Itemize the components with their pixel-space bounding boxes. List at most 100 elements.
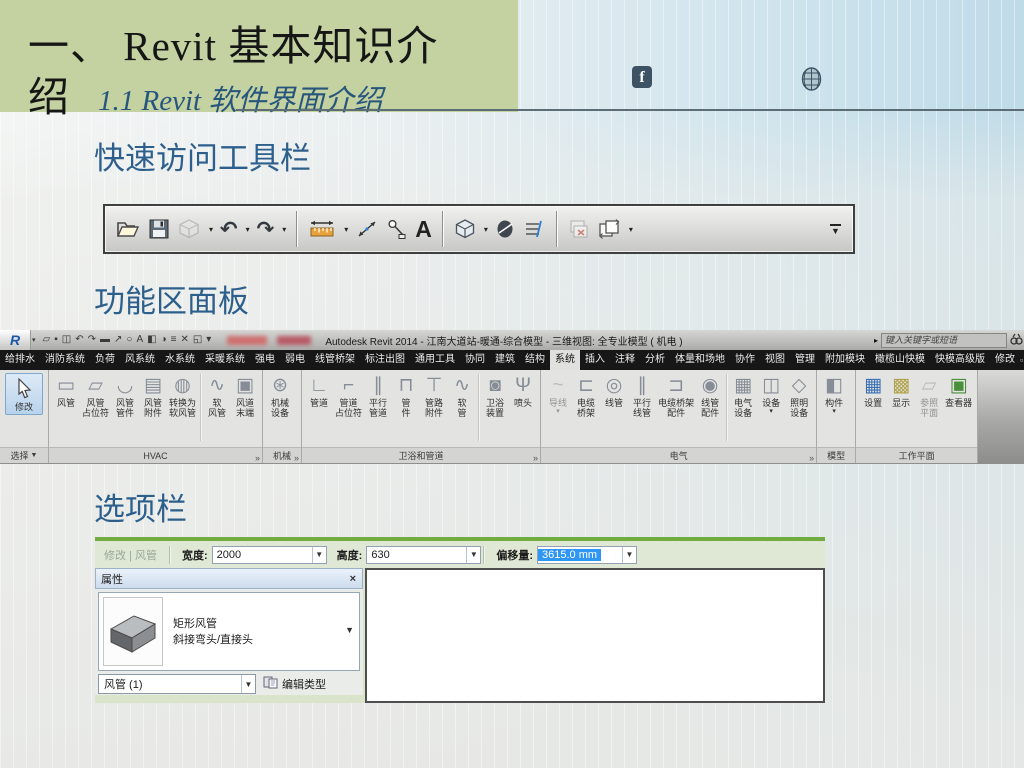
tab-协作[interactable]: 协作 (730, 350, 760, 370)
ribbon-button-平行管道[interactable]: ∥平行管道 (364, 371, 392, 418)
ribbon-button-风道末端[interactable]: ▣风道末端 (231, 371, 259, 418)
ribbon-button-管道占位符[interactable]: ⌐管道占位符 (333, 371, 364, 418)
tab-通用工具[interactable]: 通用工具 (410, 350, 460, 370)
tab-消防系统[interactable]: 消防系统 (40, 350, 90, 370)
ribbon-button-修改[interactable]: 修改 (5, 373, 43, 415)
save-mini-icon[interactable]: ▪ (54, 330, 58, 350)
tab-线管桥架[interactable]: 线管桥架 (310, 350, 360, 370)
combo-caret-icon[interactable]: ▼ (466, 547, 480, 563)
ribbon-button-电缆桥架[interactable]: ⊏电缆桥架 (572, 371, 600, 418)
open-mini-icon[interactable]: ▱ (43, 330, 51, 350)
ribbon-button-平行线管[interactable]: ∥平行线管 (628, 371, 656, 418)
tab-弱电[interactable]: 弱电 (280, 350, 310, 370)
search-binoculars-icon[interactable] (1010, 331, 1023, 349)
measure-icon[interactable] (308, 214, 336, 244)
ribbon-button-查看器[interactable]: ▣查看器 (943, 371, 974, 408)
tab-管理[interactable]: 管理 (790, 350, 820, 370)
thin-lines-icon[interactable] (522, 214, 546, 244)
ribbon-button-电缆桥架配件[interactable]: ⊐电缆桥架配件 (656, 371, 696, 418)
text-mini-icon[interactable]: A (136, 330, 143, 350)
tab-bar-overflow-icon[interactable]: ▫ · (1020, 350, 1024, 370)
panel-footer-模型[interactable]: 模型 (817, 447, 855, 463)
tab-插入[interactable]: 插入 (580, 350, 610, 370)
dropdown-caret-icon[interactable]: ▾ (209, 225, 213, 234)
search-expand-icon[interactable]: ▸ (874, 336, 878, 345)
tab-快模高级版[interactable]: 快模高级版 (930, 350, 990, 370)
ribbon-button-风管占位符[interactable]: ▱风管占位符 (80, 371, 111, 418)
combo-caret-icon[interactable]: ▼ (241, 675, 255, 693)
dropdown-caret-icon[interactable]: ▾ (629, 225, 633, 234)
tab-给排水[interactable]: 给排水 (0, 350, 40, 370)
ribbon-button-软风管[interactable]: ∿软风管 (203, 371, 231, 418)
panel-footer-卫浴和管道[interactable]: 卫浴和管道» (302, 447, 540, 463)
ribbon-button-风管附件[interactable]: ▤风管附件 (139, 371, 167, 418)
default-3d-view-mini-icon[interactable]: ◧ (147, 330, 156, 350)
dropdown-caret-icon[interactable]: ▾ (344, 225, 348, 234)
revit-logo[interactable]: R (0, 330, 31, 350)
tab-采暖系统[interactable]: 采暖系统 (200, 350, 250, 370)
combo-caret-icon[interactable]: ▼ (312, 547, 326, 563)
drawing-area[interactable] (365, 568, 825, 703)
tag-mini-icon[interactable]: ○ (126, 330, 132, 350)
ribbon-button-设备[interactable]: ◫设备▾ (757, 371, 785, 415)
redo-icon[interactable]: ↷ (257, 214, 275, 244)
ribbon-button-设置[interactable]: ▦设置 (859, 371, 887, 408)
aligned-dimension-mini-icon[interactable]: ↗ (114, 330, 122, 350)
tab-体量和场地[interactable]: 体量和场地 (670, 350, 730, 370)
tab-强电[interactable]: 强电 (250, 350, 280, 370)
tab-分析[interactable]: 分析 (640, 350, 670, 370)
tab-水系统[interactable]: 水系统 (160, 350, 200, 370)
field-combo-偏移量[interactable]: 3615.0 mm▼ (537, 546, 637, 564)
aligned-dimension-icon[interactable] (355, 214, 379, 244)
tab-橄榄山快模[interactable]: 橄榄山快模 (870, 350, 930, 370)
tab-视图[interactable]: 视图 (760, 350, 790, 370)
save-icon[interactable] (148, 214, 170, 244)
panel-footer-工作平面[interactable]: 工作平面 (856, 447, 977, 463)
transfer-mini-icon[interactable]: ◫ (62, 330, 71, 350)
ribbon-button-卫浴装置[interactable]: ◙卫浴装置 (481, 371, 509, 418)
ribbon-button-构件[interactable]: ◧构件▾ (820, 371, 848, 415)
type-selector[interactable]: 矩形风管 斜接弯头/直接头 ▼ (98, 592, 360, 671)
ribbon-button-管道[interactable]: ∟管道 (305, 371, 333, 408)
panel-footer-机械[interactable]: 机械» (263, 447, 301, 463)
tab-建筑[interactable]: 建筑 (490, 350, 520, 370)
switch-windows-icon[interactable] (597, 214, 621, 244)
ribbon-button-机械设备[interactable]: ⊛机械设备 (266, 371, 294, 418)
tab-标注出图[interactable]: 标注出图 (360, 350, 410, 370)
ribbon-button-线管配件[interactable]: ◉线管配件 (696, 371, 724, 418)
close-hidden-windows-mini-icon[interactable]: ✕ (180, 330, 188, 350)
app-menu-caret-icon[interactable]: ▾ (32, 336, 36, 344)
panel-footer-电气[interactable]: 电气» (541, 447, 816, 463)
collapse-mini-icon[interactable]: ▾ (206, 330, 211, 350)
tab-协同[interactable]: 协同 (460, 350, 490, 370)
ribbon-button-风管[interactable]: ▭风管 (52, 371, 80, 408)
dialog-launcher-icon[interactable]: » (809, 453, 814, 463)
thin-lines-mini-icon[interactable]: ≡ (171, 330, 177, 350)
section-icon[interactable] (495, 214, 515, 244)
ribbon-button-软管[interactable]: ∿软管 (448, 371, 476, 418)
type-selector-caret-icon[interactable]: ▼ (345, 625, 354, 635)
ribbon-button-管路附件[interactable]: ⊤管路附件 (420, 371, 448, 418)
tab-附加模块[interactable]: 附加模块 (820, 350, 870, 370)
dialog-launcher-icon[interactable]: » (533, 453, 538, 463)
panel-footer-选择[interactable]: 选择▼ (0, 447, 48, 463)
panel-footer-HVAC[interactable]: HVAC» (49, 447, 262, 463)
section-mini-icon[interactable]: ◑ (161, 330, 167, 350)
default-3d-view-icon[interactable] (454, 214, 476, 244)
ribbon-button-转换为软风管[interactable]: ◍转换为软风管 (167, 371, 198, 418)
edit-type-button[interactable]: 编辑类型 (263, 676, 326, 692)
undo-mini-icon[interactable]: ↶ (75, 330, 83, 350)
undo-icon[interactable]: ↶ (220, 214, 238, 244)
tab-结构[interactable]: 结构 (520, 350, 550, 370)
text-icon[interactable]: A (415, 214, 432, 244)
tab-系统[interactable]: 系统 (550, 350, 580, 370)
tag-by-category-icon[interactable] (386, 214, 408, 244)
redo-mini-icon[interactable]: ↷ (88, 330, 96, 350)
close-icon[interactable]: × (350, 573, 356, 585)
measure-mini-icon[interactable]: ▬ (100, 330, 110, 350)
ribbon-button-显示[interactable]: ▩显示 (887, 371, 915, 408)
switch-windows-mini-icon[interactable]: ◱ (193, 330, 202, 350)
dropdown-caret-icon[interactable]: ▾ (484, 225, 488, 234)
ribbon-button-照明设备[interactable]: ◇照明设备 (785, 371, 813, 418)
collapse-toolbar-icon[interactable]: ▼ (830, 224, 841, 235)
